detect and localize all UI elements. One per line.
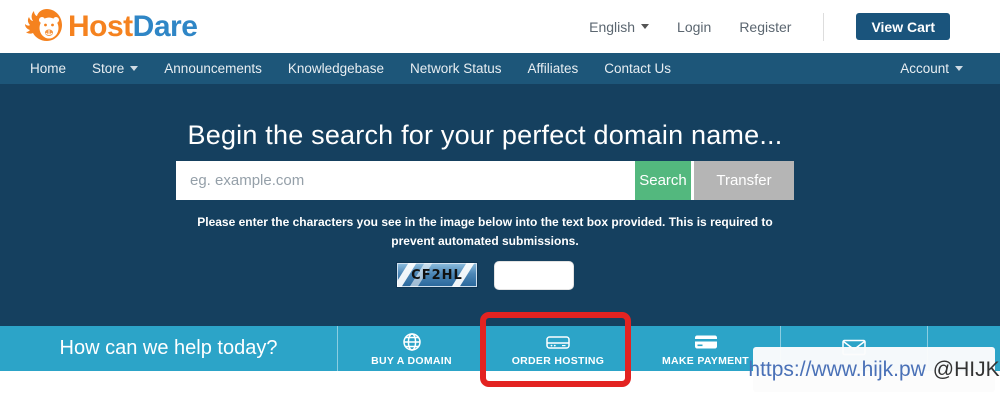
captcha-instruction: Please enter the characters you see in t… — [176, 213, 794, 250]
nav-item-affiliates[interactable]: Affiliates — [515, 53, 592, 84]
nav-item-store[interactable]: Store — [79, 53, 151, 84]
search-button[interactable]: Search — [635, 161, 691, 200]
divider — [823, 13, 824, 41]
nav-item-account[interactable]: Account — [887, 53, 976, 84]
captcha-image: CF2HL — [396, 262, 478, 288]
order-hosting-button[interactable]: ORDER HOSTING — [485, 326, 630, 371]
hostdare-logo[interactable]: HostDare — [22, 6, 197, 48]
watermark: https://www.hijk.pw @HIJK — [753, 347, 995, 392]
chevron-down-icon — [955, 66, 963, 71]
nav-item-knowledgebase[interactable]: Knowledgebase — [275, 53, 397, 84]
nav-item-contact-us[interactable]: Contact Us — [591, 53, 684, 84]
domain-search-hero: Begin the search for your perfect domain… — [0, 84, 1000, 326]
nav-item-home[interactable]: Home — [17, 53, 79, 84]
view-cart-button[interactable]: View Cart — [856, 13, 950, 40]
main-nav: Home Store Announcements Knowledgebase N… — [0, 53, 1000, 84]
nav-item-announcements[interactable]: Announcements — [151, 53, 275, 84]
help-question: How can we help today? — [0, 326, 337, 371]
captcha-code-text: CF2HL — [411, 268, 463, 283]
logo-wordmark: HostDare — [68, 10, 197, 44]
credit-card-icon — [693, 333, 719, 351]
register-link[interactable]: Register — [739, 19, 791, 35]
domain-search-input[interactable] — [176, 161, 635, 200]
lion-logo-icon — [22, 6, 66, 48]
language-selector[interactable]: English — [589, 19, 649, 35]
hero-heading: Begin the search for your perfect domain… — [176, 121, 794, 149]
nav-item-network-status[interactable]: Network Status — [397, 53, 515, 84]
buy-a-domain-button[interactable]: BUY A DOMAIN — [337, 326, 485, 371]
transfer-button[interactable]: Transfer — [694, 161, 794, 200]
captcha-input[interactable] — [494, 261, 574, 290]
watermark-handle: @HIJK — [933, 358, 1000, 382]
chevron-down-icon — [130, 66, 138, 71]
domain-search-row: Search Transfer — [176, 161, 794, 200]
top-bar: HostDare English Login Register View Car… — [0, 0, 1000, 53]
chevron-down-icon — [641, 24, 649, 29]
watermark-url: https://www.hijk.pw — [748, 358, 925, 382]
login-link[interactable]: Login — [677, 19, 711, 35]
server-icon — [545, 333, 571, 351]
globe-icon — [402, 333, 422, 351]
